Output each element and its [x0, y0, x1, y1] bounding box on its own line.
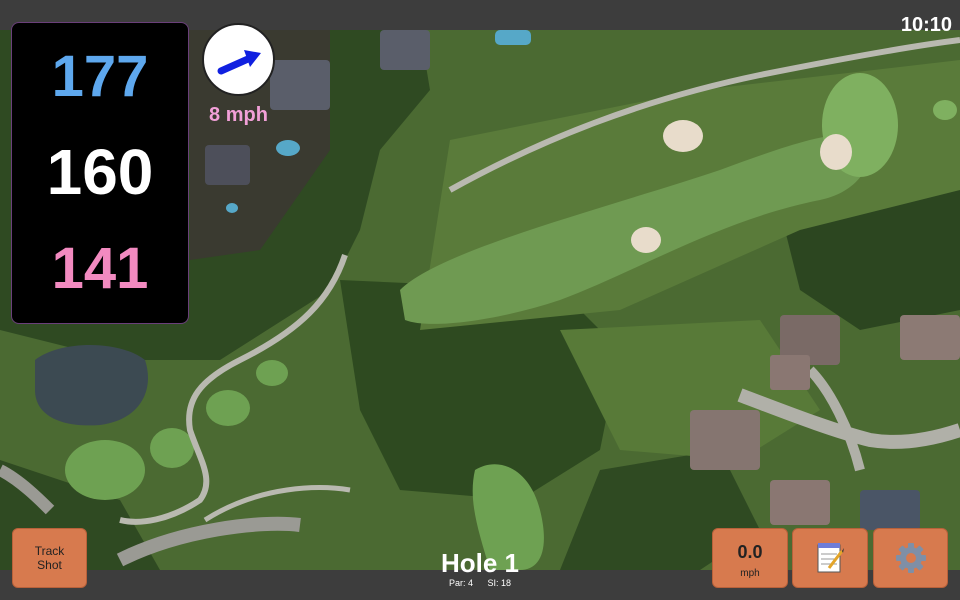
notes-button[interactable]: [792, 528, 868, 588]
track-shot-label-line1: Track: [34, 544, 65, 558]
wind-indicator: [202, 23, 275, 96]
hole-title: Hole 1: [440, 548, 520, 578]
speed-value: 0.0: [737, 541, 763, 562]
wind-speed-label: 8 mph: [209, 104, 268, 126]
yardage-panel: 177 160 141: [11, 22, 189, 324]
speed-button[interactable]: 0.0 mph: [712, 528, 788, 588]
front-yardage: 141: [51, 236, 149, 301]
track-shot-button[interactable]: Track Shot: [12, 528, 87, 588]
hole-par: Par: 4: [448, 578, 473, 588]
speed-unit: mph: [740, 567, 760, 579]
hole-info: Hole 1 Par: 4 SI: 18: [380, 548, 580, 588]
track-shot-label-line2: Shot: [37, 558, 62, 572]
hole-si: SI: 18: [487, 578, 512, 588]
middle-yardage: 160: [46, 136, 154, 208]
gear-icon: [895, 543, 926, 573]
notepad-icon: [817, 543, 844, 573]
wind-arrow-icon: [217, 50, 261, 75]
clock-time: 10:10: [900, 14, 952, 36]
settings-button[interactable]: [873, 528, 948, 588]
hole-meta: Par: 4 SI: 18: [380, 578, 580, 588]
back-yardage: 177: [51, 44, 149, 109]
